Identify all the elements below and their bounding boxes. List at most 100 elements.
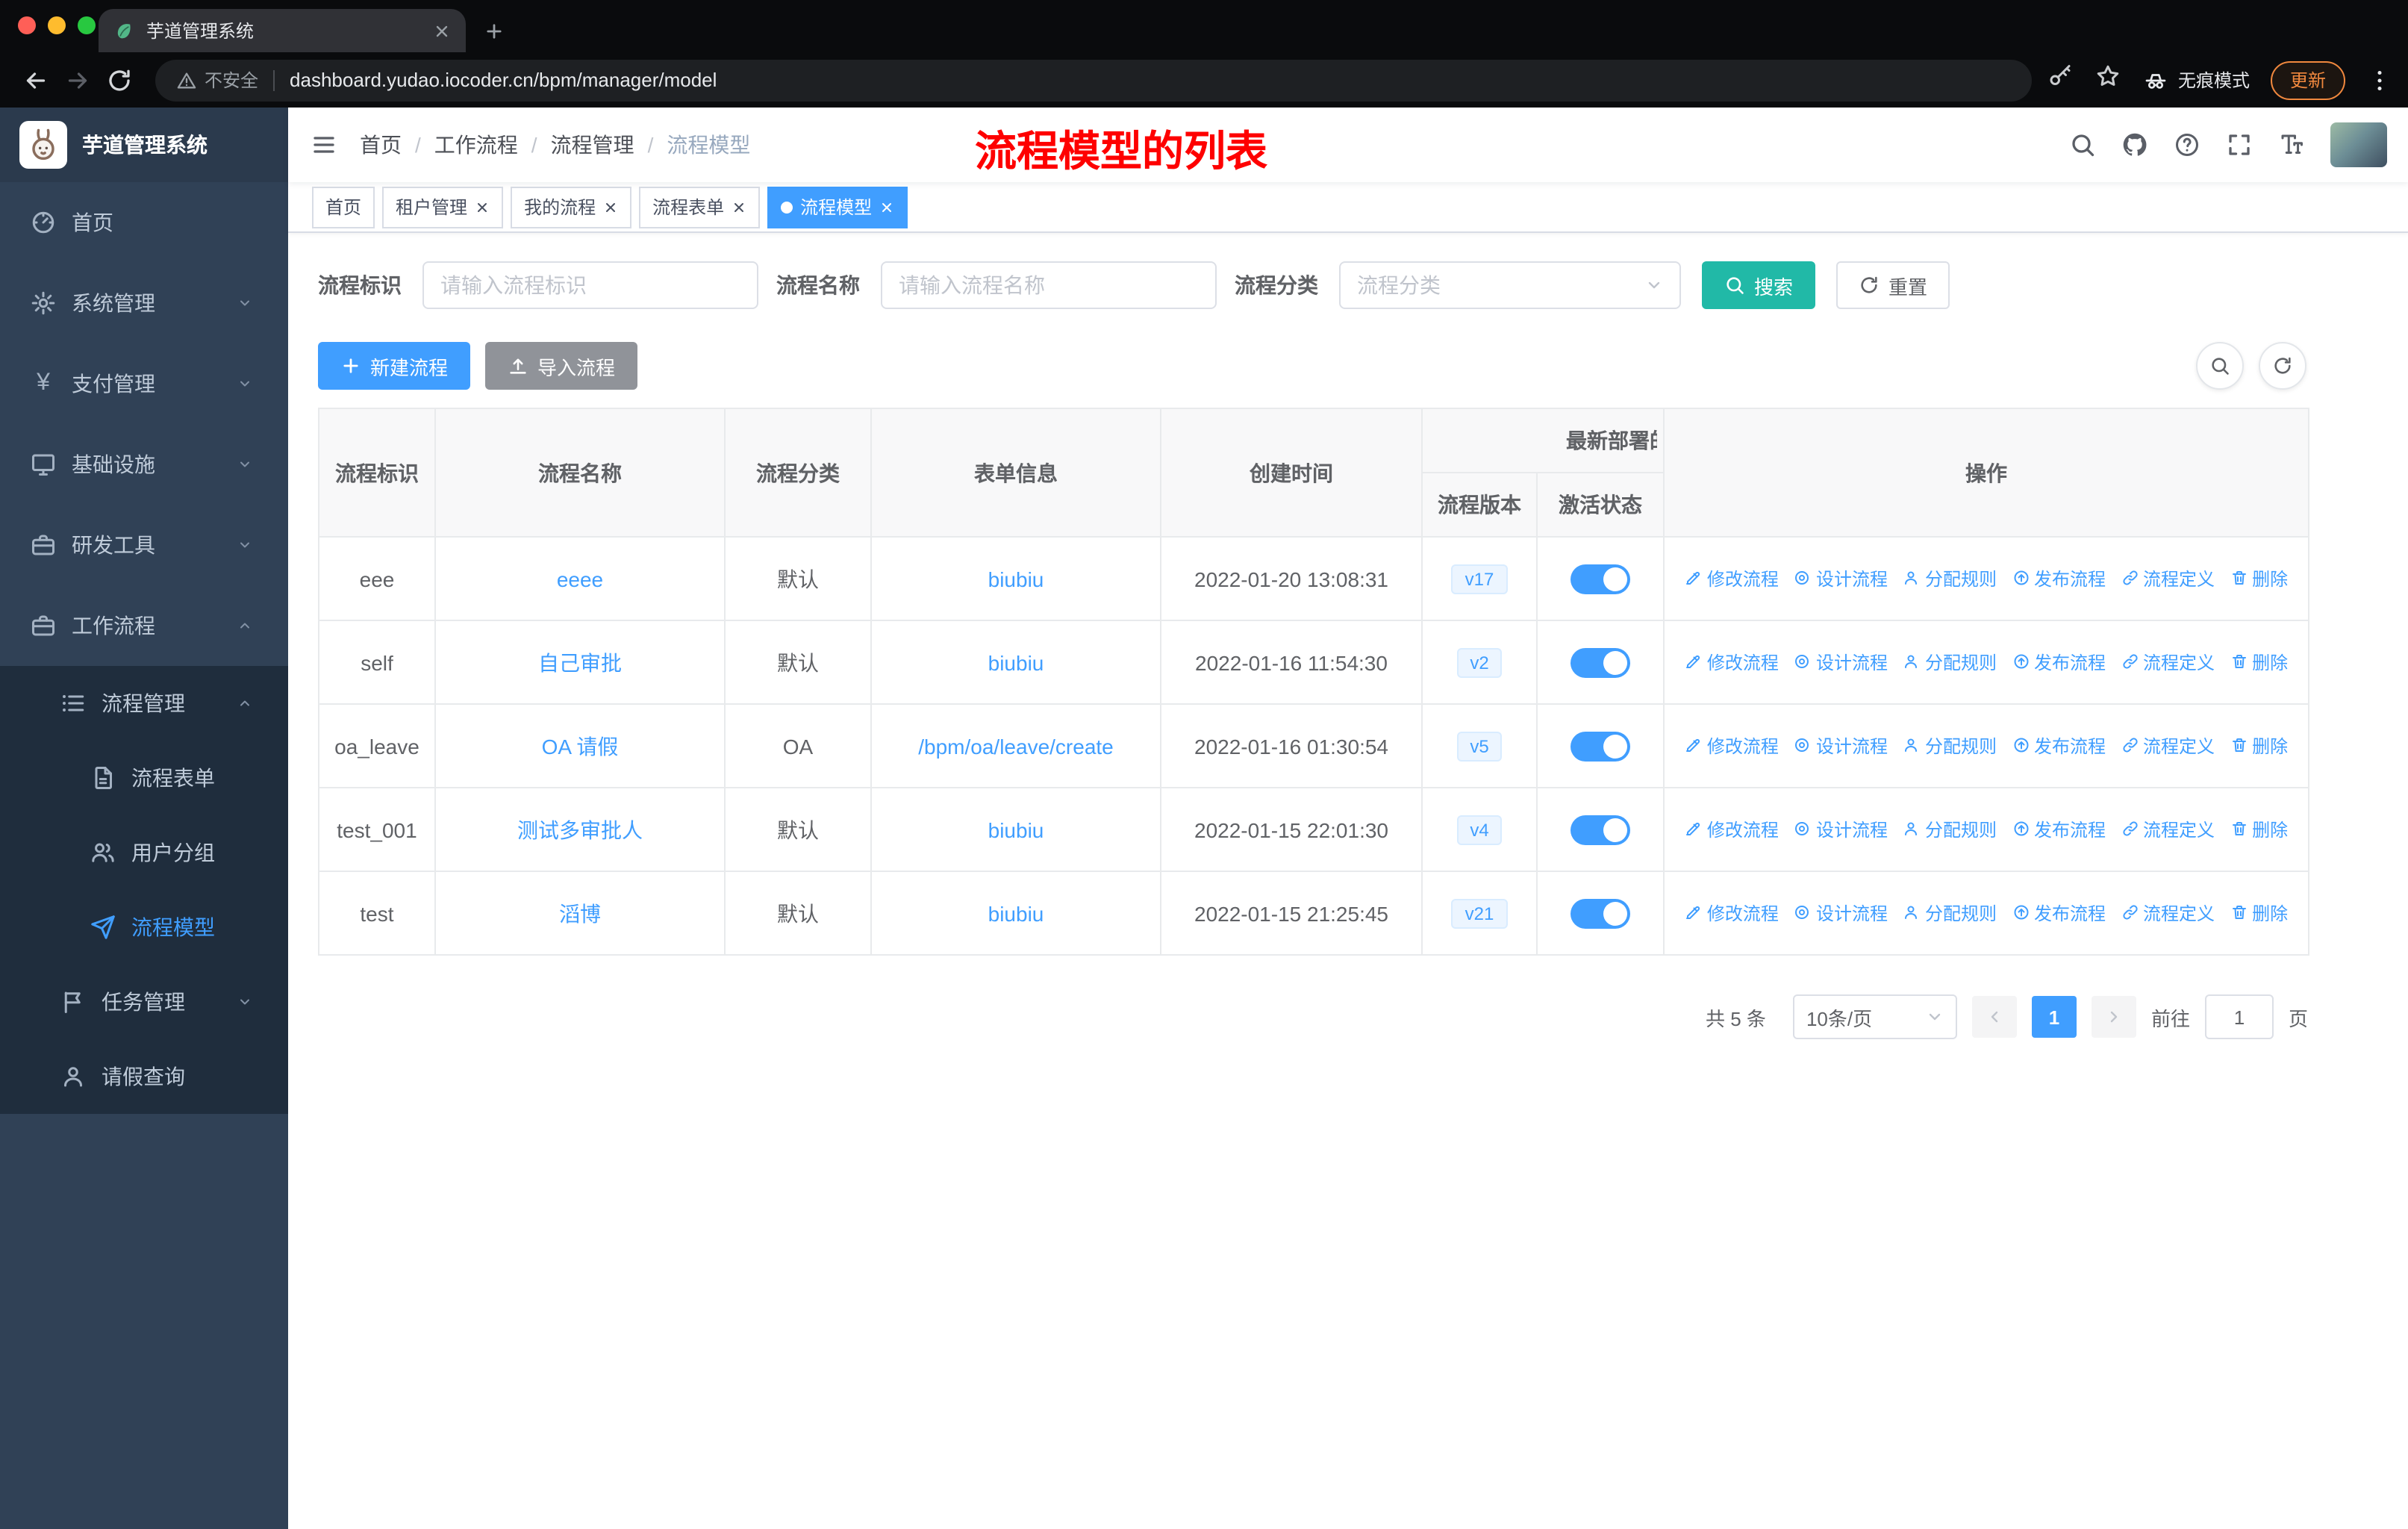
close-icon[interactable] — [879, 199, 894, 214]
form-link[interactable]: biubiu — [988, 901, 1044, 925]
breadcrumb-workflow[interactable]: 工作流程 — [434, 130, 518, 160]
address-bar[interactable]: 不安全 dashboard.yudao.iocoder.cn/bpm/manag… — [155, 59, 2032, 101]
browser-tab[interactable]: 芋道管理系统 — [99, 9, 466, 52]
logo[interactable]: 芋道管理系统 — [0, 108, 288, 182]
refresh-table-button[interactable] — [2259, 342, 2306, 390]
action-modify[interactable]: 修改流程 — [1685, 817, 1779, 842]
sidebar-item-task-management[interactable]: 任务管理 — [0, 965, 288, 1039]
sidebar-item-user-group[interactable]: 用户分组 — [0, 815, 288, 890]
sidebar-item-home[interactable]: 首页 — [0, 182, 288, 263]
action-design[interactable]: 设计流程 — [1794, 900, 1888, 926]
action-design[interactable]: 设计流程 — [1794, 650, 1888, 675]
url-text[interactable]: dashboard.yudao.iocoder.cn/bpm/manager/m… — [290, 69, 717, 91]
breadcrumb-flow-management[interactable]: 流程管理 — [551, 130, 634, 160]
active-toggle[interactable] — [1570, 731, 1630, 761]
minimize-window-button[interactable] — [48, 16, 66, 34]
sidebar-item-payment[interactable]: ¥ 支付管理 — [0, 343, 288, 424]
action-modify[interactable]: 修改流程 — [1685, 900, 1779, 926]
tag-tenant[interactable]: 租户管理 — [382, 186, 504, 228]
action-modify[interactable]: 修改流程 — [1685, 566, 1779, 591]
page-size-select[interactable]: 10条/页 — [1792, 994, 1957, 1039]
version-tag[interactable]: v4 — [1456, 815, 1503, 844]
search-button[interactable]: 搜索 — [1702, 261, 1816, 309]
active-toggle[interactable] — [1570, 898, 1630, 928]
zoom-window-button[interactable] — [78, 16, 96, 34]
action-assign-rule[interactable]: 分配规则 — [1903, 900, 1997, 926]
action-assign-rule[interactable]: 分配规则 — [1903, 650, 1997, 675]
reset-button[interactable]: 重置 — [1836, 261, 1950, 309]
tag-flow-model[interactable]: 流程模型 — [767, 186, 908, 228]
sidebar-item-infra[interactable]: 基础设施 — [0, 424, 288, 505]
import-model-button[interactable]: 导入流程 — [485, 342, 638, 390]
close-icon[interactable] — [475, 199, 490, 214]
action-definition[interactable]: 流程定义 — [2121, 733, 2215, 759]
form-link[interactable]: biubiu — [988, 818, 1044, 841]
action-delete[interactable]: 删除 — [2230, 733, 2288, 759]
tab-close-icon[interactable] — [433, 22, 451, 40]
action-assign-rule[interactable]: 分配规则 — [1903, 566, 1997, 591]
avatar[interactable] — [2330, 122, 2387, 167]
active-toggle[interactable] — [1570, 815, 1630, 844]
action-definition[interactable]: 流程定义 — [2121, 566, 2215, 591]
next-page-button[interactable] — [2091, 996, 2136, 1038]
close-icon[interactable] — [603, 199, 618, 214]
sidebar-item-flow-management[interactable]: 流程管理 — [0, 666, 288, 741]
toggle-search-button[interactable] — [2196, 342, 2244, 390]
sidebar-item-leave-query[interactable]: 请假查询 — [0, 1039, 288, 1114]
tag-my-flow[interactable]: 我的流程 — [511, 186, 632, 228]
version-tag[interactable]: v17 — [1451, 564, 1508, 594]
action-assign-rule[interactable]: 分配规则 — [1903, 733, 1997, 759]
sidebar-item-flow-form[interactable]: 流程表单 — [0, 741, 288, 815]
action-definition[interactable]: 流程定义 — [2121, 900, 2215, 926]
sidebar-item-devtools[interactable]: 研发工具 — [0, 505, 288, 585]
model-name-link[interactable]: eeee — [557, 567, 603, 591]
action-modify[interactable]: 修改流程 — [1685, 650, 1779, 675]
key-input[interactable] — [422, 261, 758, 309]
breadcrumb-home[interactable]: 首页 — [360, 130, 402, 160]
name-input[interactable] — [881, 261, 1217, 309]
action-publish[interactable]: 发布流程 — [2012, 566, 2106, 591]
reload-icon[interactable] — [99, 59, 140, 101]
version-tag[interactable]: v2 — [1456, 647, 1503, 677]
goto-page-input[interactable] — [2204, 994, 2274, 1039]
action-delete[interactable]: 删除 — [2230, 566, 2288, 591]
update-button[interactable]: 更新 — [2270, 60, 2345, 99]
action-publish[interactable]: 发布流程 — [2012, 733, 2106, 759]
key-icon[interactable] — [2047, 63, 2074, 97]
font-size-icon[interactable] — [2278, 131, 2305, 158]
prev-page-button[interactable] — [1971, 996, 2017, 1038]
action-delete[interactable]: 删除 — [2230, 900, 2288, 926]
create-model-button[interactable]: 新建流程 — [318, 342, 471, 390]
search-icon[interactable] — [2069, 131, 2096, 158]
action-publish[interactable]: 发布流程 — [2012, 900, 2106, 926]
action-design[interactable]: 设计流程 — [1794, 566, 1888, 591]
browser-menu-icon[interactable] — [2366, 66, 2393, 93]
bookmark-star-icon[interactable] — [2094, 63, 2121, 97]
action-publish[interactable]: 发布流程 — [2012, 817, 2106, 842]
action-definition[interactable]: 流程定义 — [2121, 817, 2215, 842]
action-delete[interactable]: 删除 — [2230, 817, 2288, 842]
action-design[interactable]: 设计流程 — [1794, 817, 1888, 842]
close-window-button[interactable] — [18, 16, 36, 34]
model-name-link[interactable]: 自己审批 — [538, 650, 622, 674]
security-status[interactable]: 不安全 — [176, 67, 258, 93]
fullscreen-icon[interactable] — [2226, 131, 2253, 158]
new-tab-button[interactable] — [484, 21, 505, 42]
help-icon[interactable] — [2174, 131, 2200, 158]
action-publish[interactable]: 发布流程 — [2012, 650, 2106, 675]
version-tag[interactable]: v21 — [1451, 898, 1508, 928]
action-definition[interactable]: 流程定义 — [2121, 650, 2215, 675]
action-delete[interactable]: 删除 — [2230, 650, 2288, 675]
menu-fold-icon[interactable] — [288, 108, 360, 182]
form-link[interactable]: /bpm/oa/leave/create — [918, 734, 1114, 758]
sidebar-item-system[interactable]: 系统管理 — [0, 263, 288, 343]
sidebar-item-workflow[interactable]: 工作流程 — [0, 585, 288, 666]
version-tag[interactable]: v5 — [1456, 731, 1503, 761]
sidebar-item-flow-model[interactable]: 流程模型 — [0, 890, 288, 965]
tag-flow-form[interactable]: 流程表单 — [639, 186, 761, 228]
forward-icon[interactable] — [57, 59, 99, 101]
action-modify[interactable]: 修改流程 — [1685, 733, 1779, 759]
model-name-link[interactable]: 测试多审批人 — [517, 818, 643, 841]
active-toggle[interactable] — [1570, 564, 1630, 594]
back-icon[interactable] — [15, 59, 57, 101]
